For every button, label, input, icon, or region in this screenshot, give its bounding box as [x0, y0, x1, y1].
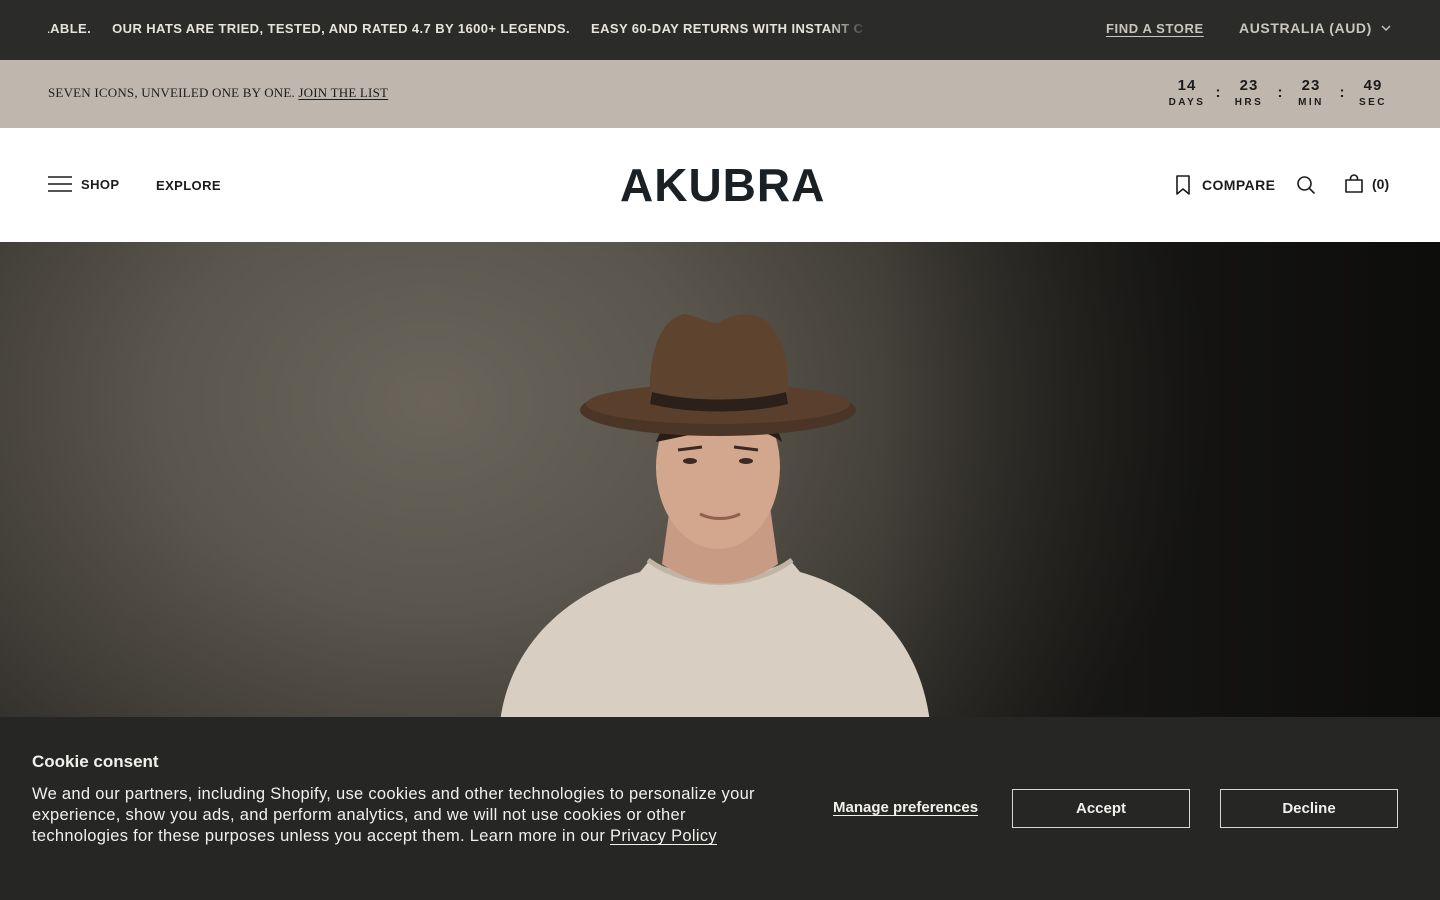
hamburger-icon [48, 176, 72, 192]
countdown-label: DAYS [1168, 97, 1206, 108]
announcement-message: OUR HATS ARE TRIED, TESTED, AND RATED 4.… [112, 21, 571, 36]
promo-message: SEVEN ICONS, UNVEILED ONE BY ONE. JOIN T… [48, 85, 388, 101]
manage-preferences-link[interactable]: Manage preferences [833, 799, 978, 816]
announcement-marquee: AILABLE. OUR HATS ARE TRIED, TESTED, AND… [48, 0, 868, 60]
find-store-link[interactable]: FIND A STORE [1106, 21, 1204, 36]
compare-button[interactable]: COMPARE [1174, 174, 1275, 196]
marquee-fade [828, 0, 868, 60]
brand-logo[interactable]: AKUBRA [620, 160, 824, 210]
decline-button[interactable]: Decline [1220, 789, 1398, 828]
cart-count: (0) [1372, 176, 1390, 192]
announcement-message: AILABLE. [48, 21, 92, 36]
countdown-separator: : [1339, 84, 1345, 101]
announcement-message: EASY 60-DAY RETURNS WITH INSTANT C [591, 21, 864, 36]
country-label: AUSTRALIA (AUD) [1239, 20, 1372, 36]
shop-label: SHOP [81, 176, 120, 192]
join-list-link[interactable]: JOIN THE LIST [298, 85, 388, 100]
search-icon [1297, 176, 1316, 195]
countdown-label: MIN [1298, 97, 1324, 108]
accept-button[interactable]: Accept [1012, 789, 1190, 828]
privacy-policy-link[interactable]: Privacy Policy [610, 827, 717, 845]
cart-button[interactable]: (0) [1344, 174, 1389, 194]
promo-bar: SEVEN ICONS, UNVEILED ONE BY ONE. JOIN T… [0, 60, 1440, 128]
countdown-value: 23 [1301, 77, 1321, 94]
chevron-down-icon [1381, 25, 1391, 31]
countdown-label: SEC [1358, 97, 1388, 108]
countdown-value: 49 [1363, 77, 1383, 94]
cookie-consent-banner: Cookie consent We and our partners, incl… [0, 717, 1440, 900]
search-button[interactable] [1296, 175, 1316, 195]
promo-text: SEVEN ICONS, UNVEILED ONE BY ONE. [48, 85, 295, 100]
countdown-hours: 23 HRS [1230, 77, 1268, 108]
countdown-separator: : [1215, 84, 1221, 101]
countdown-separator: : [1277, 84, 1283, 101]
site-header: SHOP EXPLORE AKUBRA COMPARE (0) [0, 128, 1440, 242]
countdown-label: HRS [1234, 97, 1264, 108]
cookie-description: We and our partners, including Shopify, … [32, 784, 762, 847]
countdown-seconds: 49 SEC [1354, 77, 1392, 108]
cookie-title: Cookie consent [32, 752, 159, 771]
bookmark-icon [1176, 175, 1190, 195]
countdown-days: 14 DAYS [1168, 77, 1206, 108]
compare-label: COMPARE [1202, 177, 1276, 193]
countdown-minutes: 23 MIN [1292, 77, 1330, 108]
explore-link[interactable]: EXPLORE [156, 178, 221, 193]
bag-icon [1345, 174, 1363, 193]
countdown-value: 23 [1239, 77, 1259, 94]
countdown-timer: 14 DAYS : 23 HRS : 23 MIN : 49 SEC [1168, 77, 1392, 108]
shop-menu-button[interactable]: SHOP [48, 174, 119, 194]
announcement-bar: AILABLE. OUR HATS ARE TRIED, TESTED, AND… [0, 0, 1440, 60]
countdown-value: 14 [1177, 77, 1197, 94]
country-selector[interactable]: AUSTRALIA (AUD) [1239, 20, 1392, 36]
